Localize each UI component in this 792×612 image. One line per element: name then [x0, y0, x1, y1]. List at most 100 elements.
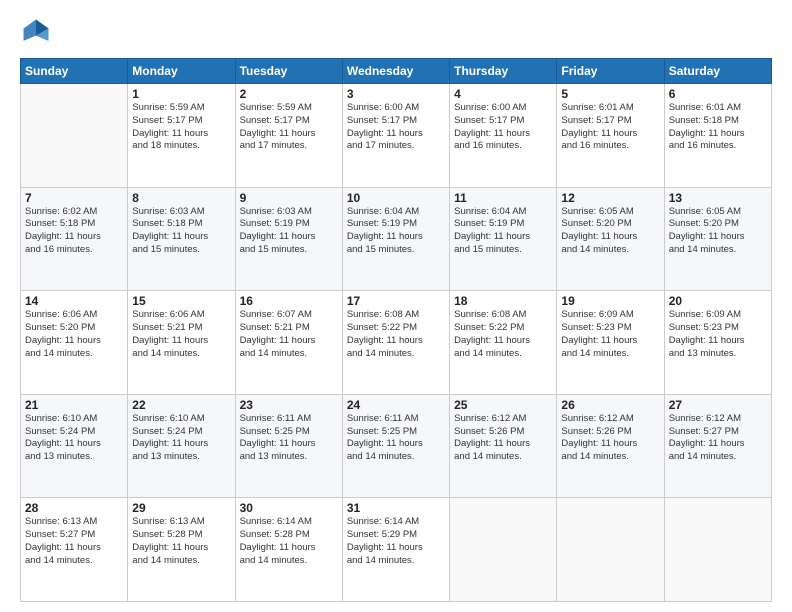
- day-info: Sunrise: 6:11 AM Sunset: 5:25 PM Dayligh…: [240, 413, 338, 464]
- day-cell: 22Sunrise: 6:10 AM Sunset: 5:24 PM Dayli…: [128, 394, 235, 498]
- day-header-wednesday: Wednesday: [342, 59, 449, 84]
- day-number: 1: [132, 87, 230, 101]
- day-number: 28: [25, 501, 123, 515]
- day-cell: 13Sunrise: 6:05 AM Sunset: 5:20 PM Dayli…: [664, 187, 771, 291]
- day-number: 7: [25, 191, 123, 205]
- day-info: Sunrise: 6:13 AM Sunset: 5:27 PM Dayligh…: [25, 516, 123, 567]
- day-cell: 6Sunrise: 6:01 AM Sunset: 5:18 PM Daylig…: [664, 84, 771, 188]
- day-number: 21: [25, 398, 123, 412]
- day-number: 22: [132, 398, 230, 412]
- day-info: Sunrise: 5:59 AM Sunset: 5:17 PM Dayligh…: [240, 102, 338, 153]
- day-info: Sunrise: 5:59 AM Sunset: 5:17 PM Dayligh…: [132, 102, 230, 153]
- day-number: 18: [454, 294, 552, 308]
- day-cell: [21, 84, 128, 188]
- day-cell: 26Sunrise: 6:12 AM Sunset: 5:26 PM Dayli…: [557, 394, 664, 498]
- day-cell: 17Sunrise: 6:08 AM Sunset: 5:22 PM Dayli…: [342, 291, 449, 395]
- day-cell: 16Sunrise: 6:07 AM Sunset: 5:21 PM Dayli…: [235, 291, 342, 395]
- day-cell: 5Sunrise: 6:01 AM Sunset: 5:17 PM Daylig…: [557, 84, 664, 188]
- day-header-friday: Friday: [557, 59, 664, 84]
- page: SundayMondayTuesdayWednesdayThursdayFrid…: [0, 0, 792, 612]
- header-row: SundayMondayTuesdayWednesdayThursdayFrid…: [21, 59, 772, 84]
- day-info: Sunrise: 6:14 AM Sunset: 5:29 PM Dayligh…: [347, 516, 445, 567]
- day-cell: 28Sunrise: 6:13 AM Sunset: 5:27 PM Dayli…: [21, 498, 128, 602]
- day-info: Sunrise: 6:08 AM Sunset: 5:22 PM Dayligh…: [454, 309, 552, 360]
- day-info: Sunrise: 6:12 AM Sunset: 5:26 PM Dayligh…: [561, 413, 659, 464]
- header: [20, 16, 772, 48]
- week-row-5: 28Sunrise: 6:13 AM Sunset: 5:27 PM Dayli…: [21, 498, 772, 602]
- day-cell: 27Sunrise: 6:12 AM Sunset: 5:27 PM Dayli…: [664, 394, 771, 498]
- day-info: Sunrise: 6:10 AM Sunset: 5:24 PM Dayligh…: [25, 413, 123, 464]
- day-number: 12: [561, 191, 659, 205]
- day-info: Sunrise: 6:11 AM Sunset: 5:25 PM Dayligh…: [347, 413, 445, 464]
- day-cell: 18Sunrise: 6:08 AM Sunset: 5:22 PM Dayli…: [450, 291, 557, 395]
- logo-icon: [20, 16, 52, 48]
- day-header-tuesday: Tuesday: [235, 59, 342, 84]
- day-number: 4: [454, 87, 552, 101]
- week-row-2: 7Sunrise: 6:02 AM Sunset: 5:18 PM Daylig…: [21, 187, 772, 291]
- day-cell: [450, 498, 557, 602]
- day-cell: 24Sunrise: 6:11 AM Sunset: 5:25 PM Dayli…: [342, 394, 449, 498]
- day-number: 6: [669, 87, 767, 101]
- day-cell: 31Sunrise: 6:14 AM Sunset: 5:29 PM Dayli…: [342, 498, 449, 602]
- day-number: 16: [240, 294, 338, 308]
- day-cell: 9Sunrise: 6:03 AM Sunset: 5:19 PM Daylig…: [235, 187, 342, 291]
- day-info: Sunrise: 6:09 AM Sunset: 5:23 PM Dayligh…: [561, 309, 659, 360]
- day-header-thursday: Thursday: [450, 59, 557, 84]
- day-info: Sunrise: 6:07 AM Sunset: 5:21 PM Dayligh…: [240, 309, 338, 360]
- day-number: 24: [347, 398, 445, 412]
- day-number: 5: [561, 87, 659, 101]
- day-info: Sunrise: 6:01 AM Sunset: 5:17 PM Dayligh…: [561, 102, 659, 153]
- day-info: Sunrise: 6:05 AM Sunset: 5:20 PM Dayligh…: [669, 206, 767, 257]
- day-header-saturday: Saturday: [664, 59, 771, 84]
- day-cell: 7Sunrise: 6:02 AM Sunset: 5:18 PM Daylig…: [21, 187, 128, 291]
- day-number: 14: [25, 294, 123, 308]
- day-info: Sunrise: 6:14 AM Sunset: 5:28 PM Dayligh…: [240, 516, 338, 567]
- day-info: Sunrise: 6:03 AM Sunset: 5:18 PM Dayligh…: [132, 206, 230, 257]
- week-row-3: 14Sunrise: 6:06 AM Sunset: 5:20 PM Dayli…: [21, 291, 772, 395]
- day-cell: 29Sunrise: 6:13 AM Sunset: 5:28 PM Dayli…: [128, 498, 235, 602]
- day-number: 30: [240, 501, 338, 515]
- day-number: 27: [669, 398, 767, 412]
- day-cell: 30Sunrise: 6:14 AM Sunset: 5:28 PM Dayli…: [235, 498, 342, 602]
- day-number: 13: [669, 191, 767, 205]
- day-cell: 15Sunrise: 6:06 AM Sunset: 5:21 PM Dayli…: [128, 291, 235, 395]
- day-info: Sunrise: 6:00 AM Sunset: 5:17 PM Dayligh…: [347, 102, 445, 153]
- day-info: Sunrise: 6:02 AM Sunset: 5:18 PM Dayligh…: [25, 206, 123, 257]
- day-cell: 4Sunrise: 6:00 AM Sunset: 5:17 PM Daylig…: [450, 84, 557, 188]
- day-cell: 14Sunrise: 6:06 AM Sunset: 5:20 PM Dayli…: [21, 291, 128, 395]
- day-cell: 11Sunrise: 6:04 AM Sunset: 5:19 PM Dayli…: [450, 187, 557, 291]
- day-cell: 25Sunrise: 6:12 AM Sunset: 5:26 PM Dayli…: [450, 394, 557, 498]
- day-number: 8: [132, 191, 230, 205]
- day-header-monday: Monday: [128, 59, 235, 84]
- day-number: 29: [132, 501, 230, 515]
- day-info: Sunrise: 6:10 AM Sunset: 5:24 PM Dayligh…: [132, 413, 230, 464]
- day-number: 2: [240, 87, 338, 101]
- day-info: Sunrise: 6:04 AM Sunset: 5:19 PM Dayligh…: [347, 206, 445, 257]
- day-number: 3: [347, 87, 445, 101]
- day-info: Sunrise: 6:08 AM Sunset: 5:22 PM Dayligh…: [347, 309, 445, 360]
- day-number: 11: [454, 191, 552, 205]
- day-info: Sunrise: 6:03 AM Sunset: 5:19 PM Dayligh…: [240, 206, 338, 257]
- day-cell: 2Sunrise: 5:59 AM Sunset: 5:17 PM Daylig…: [235, 84, 342, 188]
- day-number: 17: [347, 294, 445, 308]
- day-number: 15: [132, 294, 230, 308]
- day-number: 19: [561, 294, 659, 308]
- day-number: 10: [347, 191, 445, 205]
- day-info: Sunrise: 6:00 AM Sunset: 5:17 PM Dayligh…: [454, 102, 552, 153]
- day-cell: 3Sunrise: 6:00 AM Sunset: 5:17 PM Daylig…: [342, 84, 449, 188]
- day-info: Sunrise: 6:04 AM Sunset: 5:19 PM Dayligh…: [454, 206, 552, 257]
- day-info: Sunrise: 6:12 AM Sunset: 5:26 PM Dayligh…: [454, 413, 552, 464]
- day-cell: 1Sunrise: 5:59 AM Sunset: 5:17 PM Daylig…: [128, 84, 235, 188]
- week-row-4: 21Sunrise: 6:10 AM Sunset: 5:24 PM Dayli…: [21, 394, 772, 498]
- day-cell: 10Sunrise: 6:04 AM Sunset: 5:19 PM Dayli…: [342, 187, 449, 291]
- day-cell: 19Sunrise: 6:09 AM Sunset: 5:23 PM Dayli…: [557, 291, 664, 395]
- calendar: SundayMondayTuesdayWednesdayThursdayFrid…: [20, 58, 772, 602]
- day-cell: 8Sunrise: 6:03 AM Sunset: 5:18 PM Daylig…: [128, 187, 235, 291]
- day-header-sunday: Sunday: [21, 59, 128, 84]
- logo: [20, 16, 56, 48]
- day-info: Sunrise: 6:09 AM Sunset: 5:23 PM Dayligh…: [669, 309, 767, 360]
- day-number: 23: [240, 398, 338, 412]
- day-number: 20: [669, 294, 767, 308]
- day-cell: 20Sunrise: 6:09 AM Sunset: 5:23 PM Dayli…: [664, 291, 771, 395]
- day-info: Sunrise: 6:12 AM Sunset: 5:27 PM Dayligh…: [669, 413, 767, 464]
